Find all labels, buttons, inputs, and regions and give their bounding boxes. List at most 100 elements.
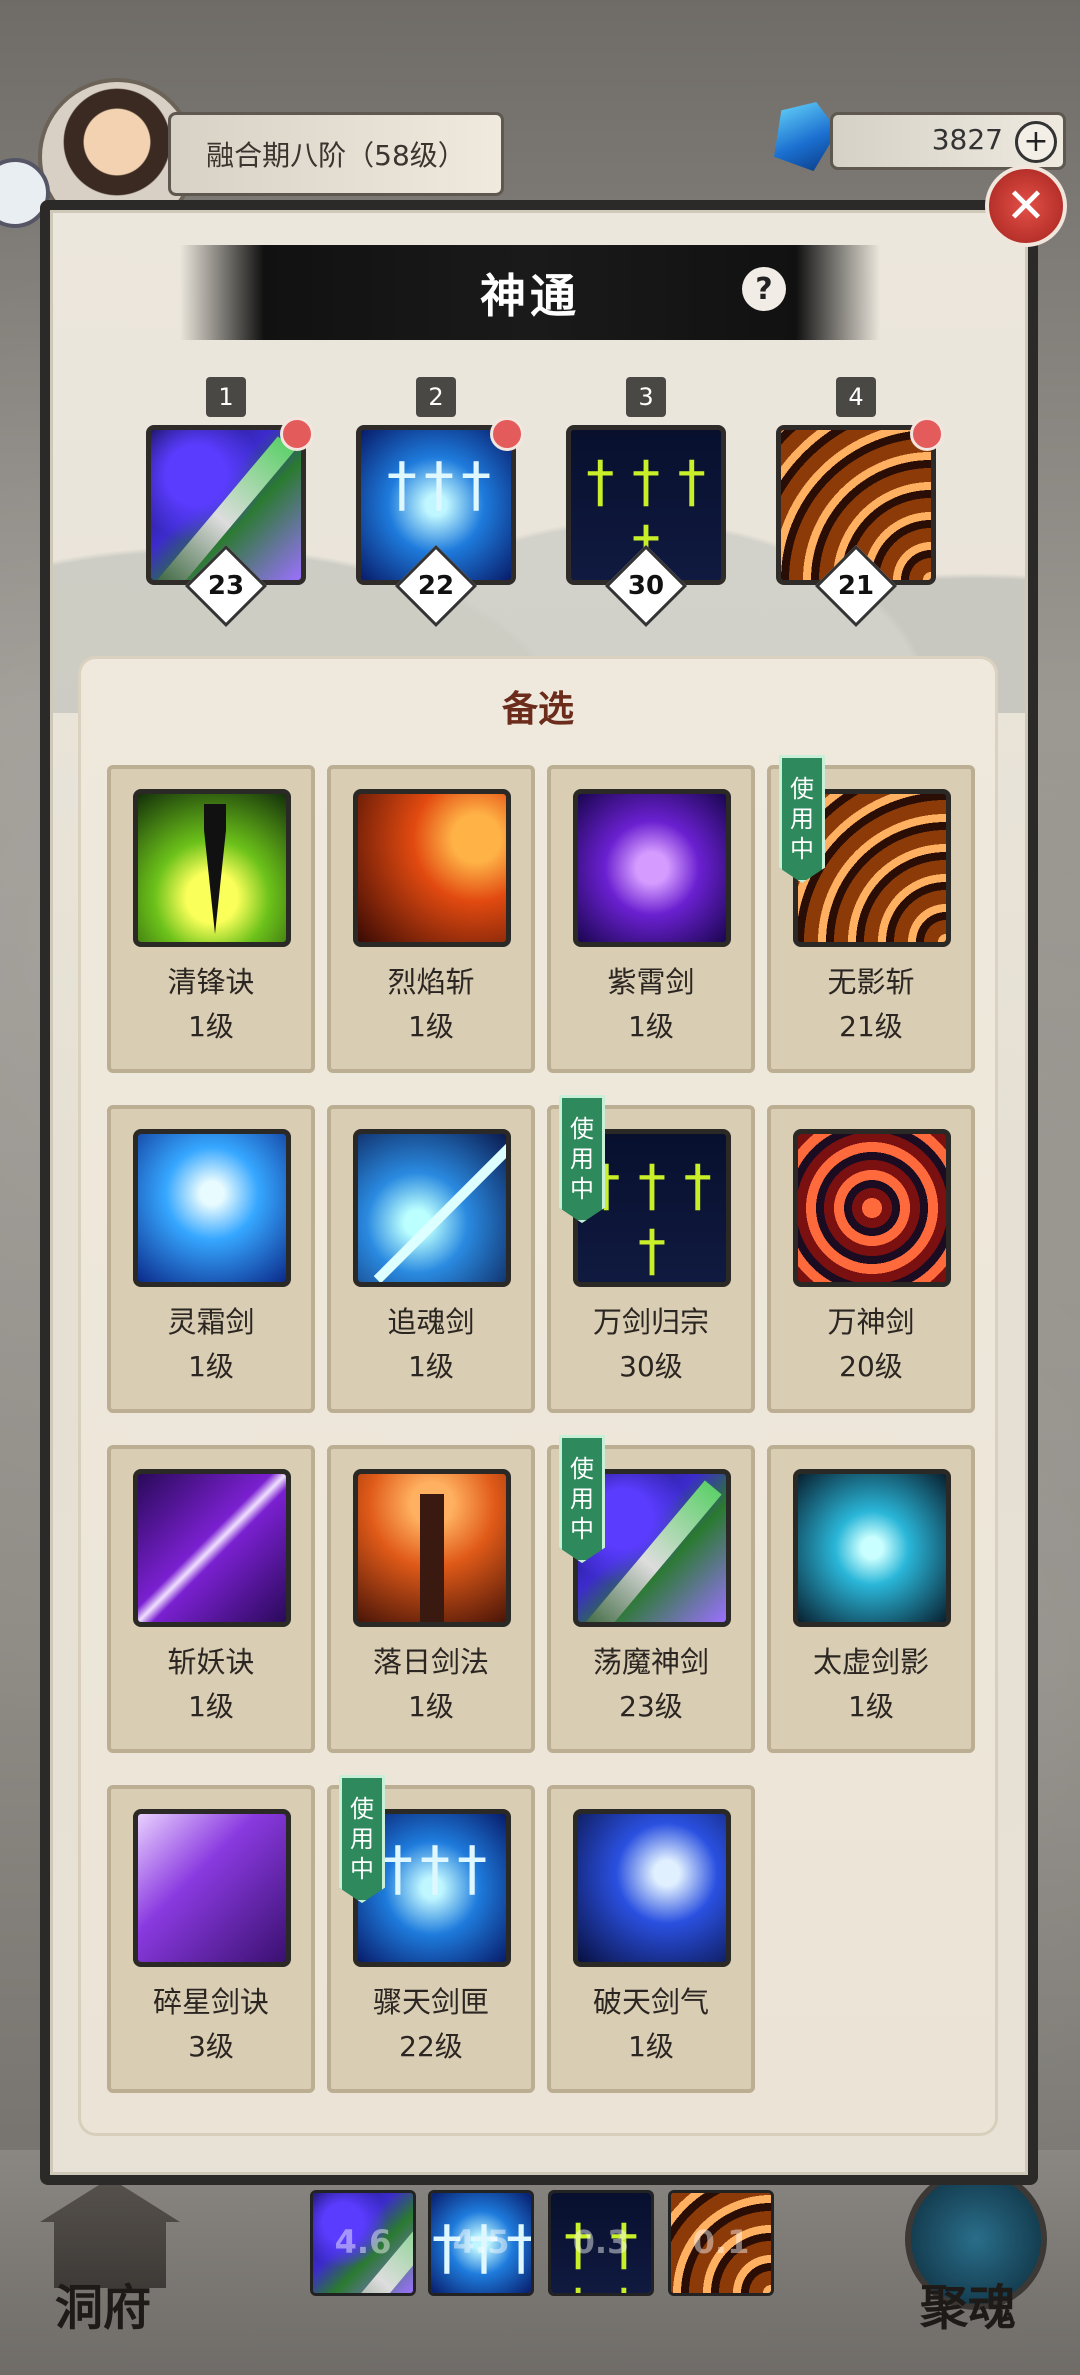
quick-skill-slot[interactable]: 4.6 xyxy=(310,2190,416,2296)
skill-card-potian[interactable]: 破天剑气 1级 xyxy=(547,1785,755,2093)
quick-skill-slot[interactable]: 4.5 xyxy=(428,2190,534,2296)
slot-level: 21 xyxy=(837,571,875,601)
skill-name: 万剑归宗 xyxy=(592,1305,709,1339)
skill-name: 斩妖诀 xyxy=(167,1645,255,1679)
zhuihun-icon xyxy=(358,1134,506,1282)
skill-name: 落日剑法 xyxy=(372,1645,489,1679)
cooldown-value: 4.6 xyxy=(334,2223,392,2261)
equipped-slot-3[interactable]: 3 30 xyxy=(566,377,726,628)
quick-skill-slot[interactable]: 0.3 xyxy=(548,2190,654,2296)
quick-skill-slot[interactable]: 0.1 xyxy=(668,2190,774,2296)
notification-dot xyxy=(490,417,524,451)
skill-level: 1级 xyxy=(628,2030,674,2063)
slot-level: 22 xyxy=(417,571,455,601)
skill-card-dangmo[interactable]: 使用中 荡魔神剑 23级 xyxy=(547,1435,755,1753)
skill-icon-frame xyxy=(133,1469,291,1627)
add-currency-button[interactable]: + xyxy=(1015,121,1057,163)
skill-icon-frame xyxy=(133,789,291,947)
skill-icon-frame xyxy=(573,789,731,947)
skill-level: 1级 xyxy=(188,1690,234,1723)
slot-level: 23 xyxy=(207,571,245,601)
skill-name: 追魂剑 xyxy=(387,1305,475,1339)
skill-card-lieyan[interactable]: 烈焰斩 1级 xyxy=(327,765,535,1073)
modal-title: 神通 xyxy=(480,268,580,323)
taixu-icon xyxy=(798,1474,946,1622)
slot-level: 30 xyxy=(627,571,665,601)
skill-icon-frame xyxy=(353,1129,511,1287)
in-use-tag: 使用中 xyxy=(559,1435,605,1563)
in-use-tag: 使用中 xyxy=(559,1095,605,1223)
zixiao-icon xyxy=(578,794,726,942)
skill-card-wuying[interactable]: 使用中 无影斩 21级 xyxy=(767,755,975,1073)
skill-name: 万神剑 xyxy=(827,1305,915,1339)
skill-level: 3级 xyxy=(188,2030,234,2063)
lieyan-icon xyxy=(358,794,506,942)
help-icon[interactable]: ? xyxy=(742,267,786,311)
skill-icon-frame xyxy=(793,1129,951,1287)
skill-name: 荡魔神剑 xyxy=(592,1645,709,1679)
cooldown-value: 0.3 xyxy=(572,2223,630,2261)
skill-level: 22级 xyxy=(399,2030,463,2063)
equipped-slot-1[interactable]: 1 23 xyxy=(146,377,314,628)
in-use-tag: 使用中 xyxy=(339,1775,385,1903)
currency-value: 3827 xyxy=(931,123,1003,156)
skill-level: 21级 xyxy=(839,1010,903,1043)
notification-dot xyxy=(280,417,314,451)
skill-card-luori[interactable]: 落日剑法 1级 xyxy=(327,1445,535,1753)
skill-card-taixu[interactable]: 太虚剑影 1级 xyxy=(767,1445,975,1753)
skill-card-zhanyao[interactable]: 斩妖诀 1级 xyxy=(107,1445,315,1753)
skill-card-qingfeng[interactable]: 清锋诀 1级 xyxy=(107,765,315,1073)
skill-level: 1级 xyxy=(408,1690,454,1723)
soul-gather-button[interactable]: 聚魂 xyxy=(920,2268,1016,2338)
panel-title: 备选 xyxy=(501,689,574,730)
wanshen-icon xyxy=(798,1134,946,1282)
skill-level: 1级 xyxy=(408,1010,454,1043)
skill-card-suixing[interactable]: 碎星剑诀 3级 xyxy=(107,1785,315,2093)
skill-name: 烈焰斩 xyxy=(387,965,475,999)
skill-name: 清锋诀 xyxy=(167,965,255,999)
skill-icon-frame xyxy=(133,1129,291,1287)
skill-name: 太虚剑影 xyxy=(812,1645,929,1679)
skill-card-zhoutian[interactable]: 使用中 骤天剑匣 22级 xyxy=(327,1775,535,2093)
skill-card-wanshen[interactable]: 万神剑 20级 xyxy=(767,1105,975,1413)
skill-card-zixiao[interactable]: 紫霄剑 1级 xyxy=(547,765,755,1073)
slot-number: 1 xyxy=(206,377,246,417)
qingfeng-icon xyxy=(138,794,286,942)
skill-level: 1级 xyxy=(188,1350,234,1383)
skill-level: 1级 xyxy=(408,1350,454,1383)
slot-number: 4 xyxy=(836,377,876,417)
skill-name: 碎星剑诀 xyxy=(152,1985,269,2019)
in-use-tag: 使用中 xyxy=(779,755,825,883)
equipped-slot-2[interactable]: 2 22 xyxy=(356,377,524,628)
slot-number: 3 xyxy=(626,377,666,417)
potian-icon xyxy=(578,1814,726,1962)
notification-dot xyxy=(910,417,944,451)
luori-icon xyxy=(358,1474,506,1622)
skill-icon-frame xyxy=(353,1469,511,1627)
cave-dwelling-button[interactable]: 洞府 xyxy=(55,2268,151,2338)
equipped-slot-4[interactable]: 4 21 xyxy=(776,377,944,628)
suixing-icon xyxy=(138,1814,286,1962)
skill-name: 破天剑气 xyxy=(592,1985,709,2019)
currency-box: 3827 + xyxy=(830,112,1066,170)
skill-name: 紫霄剑 xyxy=(607,965,695,999)
skill-icon-frame xyxy=(573,1809,731,1967)
skill-card-linshuang[interactable]: 灵霜剑 1级 xyxy=(107,1105,315,1413)
skill-level: 30级 xyxy=(619,1350,683,1383)
skill-card-zhuihun[interactable]: 追魂剑 1级 xyxy=(327,1105,535,1413)
linshuang-icon xyxy=(138,1134,286,1282)
cooldown-value: 0.1 xyxy=(692,2223,750,2261)
skill-icon-frame xyxy=(353,789,511,947)
skill-icon-frame xyxy=(133,1809,291,1967)
skill-level: 1级 xyxy=(628,1010,674,1043)
cooldown-value: 4.5 xyxy=(452,2223,510,2261)
skill-level: 20级 xyxy=(839,1350,903,1383)
zhanyao-icon xyxy=(138,1474,286,1622)
close-button[interactable]: ✕ xyxy=(985,165,1067,247)
slot-number: 2 xyxy=(416,377,456,417)
skill-name: 无影斩 xyxy=(827,965,915,999)
skill-card-wanjian[interactable]: 使用中 万剑归宗 30级 xyxy=(547,1095,755,1413)
skill-name: 骤天剑匣 xyxy=(372,1985,489,2019)
skill-level: 1级 xyxy=(188,1010,234,1043)
skill-level: 1级 xyxy=(848,1690,894,1723)
